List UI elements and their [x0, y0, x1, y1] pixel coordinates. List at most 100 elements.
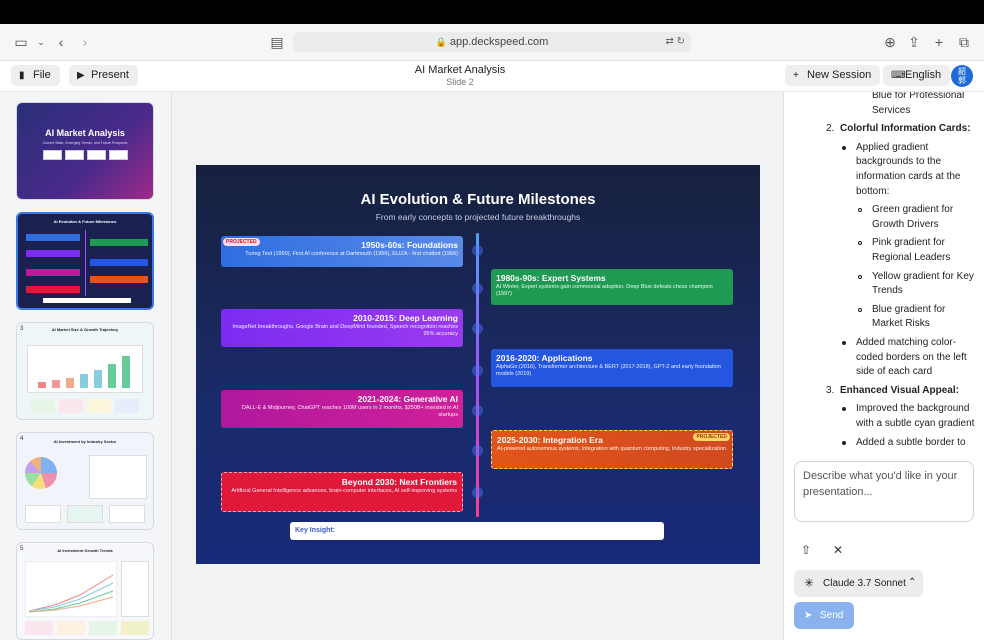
card-title: 2021-2024: Generative AI	[357, 394, 458, 404]
language-button[interactable]: ⌨ English	[883, 65, 951, 86]
card-description: ImageNet breakthroughs, Google Brain and…	[232, 324, 458, 337]
slide-canvas: AI Evolution & Future Milestones From ea…	[172, 92, 783, 640]
slide-thumbnail-1[interactable]: AI Market Analysis Current State, Emergi…	[16, 102, 154, 200]
back-icon[interactable]: ‹	[52, 33, 70, 51]
thumbnail-card	[109, 505, 145, 523]
thumbnail-title: AI Market Size & Growth Trajectory	[51, 327, 119, 332]
timeline-card[interactable]: 2021-2024: Generative AI DALL-E & Midjou…	[221, 390, 463, 428]
claude-icon: ✳	[804, 576, 815, 590]
thumbnail-card	[90, 239, 148, 246]
thumbnail-subtitle: Current State, Emerging Trends, and Futu…	[42, 141, 128, 145]
timeline-dot	[472, 365, 483, 376]
chevron-down-icon[interactable]: ⌄	[32, 33, 50, 51]
chat-line: side of each card	[856, 366, 933, 378]
slide-thumbnail-3[interactable]: 3 AI Market Size & Growth Trajectory	[16, 322, 154, 420]
list-number: 3.	[826, 384, 835, 396]
chat-line: Applied gradient	[856, 141, 929, 153]
language-label: English	[905, 69, 942, 81]
thumbnail-card	[67, 505, 103, 523]
address-bar[interactable]: 🔒 app.deckspeed.com ⇄ ↻	[293, 32, 691, 52]
browser-toolbar: ▭ ⌄ ‹ › ▤ 🔒 app.deckspeed.com ⇄ ↻ ⊕ ⇪ + ⧉	[0, 24, 984, 61]
thumbnail-card	[26, 250, 80, 257]
prompt-input[interactable]: Describe what you'd like in your present…	[794, 461, 974, 522]
file-icon: ▮	[19, 70, 25, 81]
tools-icon[interactable]: ✕	[833, 543, 843, 557]
chat-line: Trends	[872, 285, 903, 297]
card-description: AI Winter, Expert systems gain commercia…	[496, 284, 713, 297]
chat-line: with a subtle cyan gradient	[856, 418, 975, 429]
thumbnail-bar	[122, 356, 130, 388]
model-label: Claude 3.7 Sonnet	[823, 578, 906, 589]
timeline-dot	[472, 405, 483, 416]
new-session-button[interactable]: + New Session	[785, 65, 881, 86]
thumbnail-title: AI Evolution & Future Milestones	[53, 219, 117, 224]
chat-panel: Blue for Professional Services Colorful In…	[783, 92, 984, 640]
upload-icon[interactable]: ⇧	[801, 543, 811, 557]
forward-icon[interactable]: ›	[76, 33, 94, 51]
thumbnail-card	[90, 259, 148, 266]
timeline-card[interactable]: PROJECTED 1950s-60s: Foundations Turing …	[221, 236, 463, 267]
download-icon[interactable]: ⊕	[881, 33, 899, 51]
present-button[interactable]: ▶ Present	[69, 65, 138, 86]
slide-indicator: Slide 2	[446, 77, 474, 87]
file-button[interactable]: ▮ File	[11, 65, 60, 86]
bullet-icon	[858, 241, 862, 246]
thumbnail-card	[25, 505, 61, 523]
thumbnail-card	[57, 621, 85, 635]
timeline-card[interactable]: 2010-2015: Deep Learning ImageNet breakt…	[221, 309, 463, 347]
translate-reload-icon[interactable]: ⇄ ↻	[665, 32, 685, 52]
prompt-placeholder: Describe what you'd like in your present…	[803, 470, 958, 498]
projected-badge: PROJECTED	[693, 433, 730, 441]
card-title: 1980s-90s: Expert Systems	[496, 273, 606, 283]
tab-group-icon[interactable]: ▤	[268, 33, 286, 51]
card-title: 2016-2020: Applications	[496, 353, 593, 363]
thumbnail-axis	[85, 230, 86, 296]
send-button[interactable]: ➤ Send	[794, 602, 854, 629]
card-description: AI-powered autonomous systems, Integrati…	[497, 446, 726, 452]
thumbnail-box	[43, 150, 62, 160]
thumbnail-bar	[80, 374, 88, 388]
chat-line: Blue gradient for	[872, 303, 946, 315]
chevron-up-icon: ⌃	[908, 577, 917, 588]
card-title: 1950s-60s: Foundations	[361, 240, 458, 250]
slide-thumbnail-2[interactable]: AI Evolution & Future Milestones	[16, 212, 154, 310]
slide-thumbnail-4[interactable]: 4 AI Investment by Industry Sector	[16, 432, 154, 530]
thumbnail-card	[31, 399, 55, 413]
slide-subtitle: From early concepts to projected future …	[375, 212, 581, 222]
chat-line: Enhanced Visual Appeal:	[840, 384, 959, 396]
share-icon[interactable]: ⇪	[905, 33, 923, 51]
present-label: Present	[91, 69, 129, 81]
chat-line: Market Risks	[872, 318, 930, 330]
avatar[interactable]: 韶 郭	[951, 65, 973, 87]
chat-line: Regional Leaders	[872, 252, 951, 263]
chat-line: Green gradient for	[872, 204, 954, 216]
model-selector[interactable]: ✳ Claude 3.7 Sonnet ⌃	[794, 570, 923, 597]
thumbnail-pie	[25, 457, 57, 489]
send-icon: ➤	[804, 610, 813, 621]
key-insight-box[interactable]: Key Insight:	[290, 522, 664, 540]
timeline-card[interactable]: Beyond 2030: Next Frontiers Artificial G…	[221, 472, 463, 512]
bullet-icon	[858, 208, 862, 213]
slide-thumbnail-5[interactable]: 5 AI Investment Growth Trends	[16, 542, 154, 640]
bullet-icon	[842, 407, 846, 412]
new-tab-icon[interactable]: +	[930, 33, 948, 51]
slide[interactable]: AI Evolution & Future Milestones From ea…	[196, 165, 760, 564]
timeline-card[interactable]: 1980s-90s: Expert Systems AI Winter, Exp…	[491, 269, 733, 305]
chat-line: backgrounds to the	[856, 156, 942, 168]
sidebar-toggle-icon[interactable]: ▭	[12, 33, 30, 51]
timeline-card[interactable]: 2016-2020: Applications AlphaGo (2016), …	[491, 349, 733, 387]
thumbnail-bar	[38, 382, 46, 388]
card-description: AlphaGo (2016), Transformer architecture…	[496, 364, 721, 377]
thumbnail-card	[90, 276, 148, 283]
tab-overview-icon[interactable]: ⧉	[955, 33, 973, 51]
chat-line: Services	[872, 104, 911, 116]
timeline-dot	[472, 323, 483, 334]
thumbnail-card	[26, 286, 80, 293]
system-top-bar	[0, 0, 984, 24]
thumbnail-insight	[43, 298, 131, 303]
app-header: ▮ File ▶ Present AI Market Analysis Slide …	[0, 61, 984, 92]
bullet-icon	[858, 307, 862, 312]
timeline-card[interactable]: PROJECTED 2025-2030: Integration Era AI-…	[491, 430, 733, 469]
thumbnail-title: AI Market Analysis	[45, 128, 125, 138]
url-text: app.deckspeed.com	[449, 36, 549, 48]
